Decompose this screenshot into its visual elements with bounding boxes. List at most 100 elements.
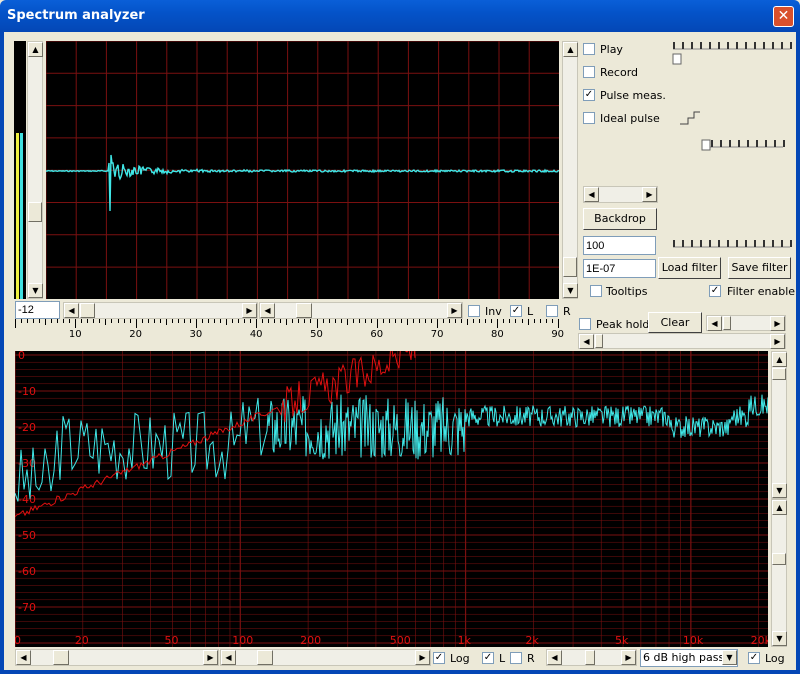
scroll-right-arrow[interactable]: ▶ xyxy=(242,303,257,318)
scroll-left-arrow[interactable]: ◀ xyxy=(16,650,31,665)
left-channel-bottom-checkbox[interactable]: ✓ xyxy=(482,652,494,664)
log-freq-label: Log xyxy=(450,652,470,665)
play-checkbox[interactable] xyxy=(583,43,595,55)
scroll-down-arrow[interactable]: ▼ xyxy=(28,283,43,298)
scroll-up-arrow[interactable]: ▲ xyxy=(28,42,43,57)
log-filter-checkbox[interactable]: ✓ xyxy=(748,652,760,664)
filter-enable-checkbox[interactable]: ✓ xyxy=(709,285,721,297)
filter-type-select[interactable]: 6 dB high pass ▼ xyxy=(640,649,738,667)
filter-sliders[interactable] xyxy=(668,40,793,255)
scroll-left-arrow[interactable]: ◀ xyxy=(221,650,236,665)
left-channel-checkbox[interactable]: ✓ xyxy=(510,305,522,317)
scroll-left-arrow[interactable]: ◀ xyxy=(547,650,562,665)
scroll-left-arrow[interactable]: ◀ xyxy=(584,187,599,202)
right-channel-bottom-checkbox[interactable] xyxy=(510,652,522,664)
ruler-label: 20 xyxy=(129,329,142,340)
scroll-thumb[interactable] xyxy=(595,334,603,348)
backdrop-button[interactable]: Backdrop xyxy=(583,208,657,230)
scroll-thumb[interactable] xyxy=(28,202,42,222)
freq-label: 500 xyxy=(390,634,411,647)
scroll-up-arrow[interactable]: ▲ xyxy=(772,500,787,515)
ruler-tick xyxy=(232,319,234,323)
scroll-thumb[interactable] xyxy=(257,650,273,665)
scroll-thumb[interactable] xyxy=(53,650,69,665)
inv-checkbox[interactable] xyxy=(468,305,480,317)
scroll-thumb[interactable] xyxy=(80,303,95,318)
scroll-down-arrow[interactable]: ▼ xyxy=(772,483,787,498)
scroll-up-arrow[interactable]: ▲ xyxy=(563,42,578,57)
tooltips-checkbox[interactable] xyxy=(590,285,602,297)
scroll-right-arrow[interactable]: ▶ xyxy=(770,334,785,349)
ruler-tick xyxy=(177,319,179,323)
ruler-tick xyxy=(437,319,439,328)
load-filter-button[interactable]: Load filter xyxy=(658,257,721,279)
close-button[interactable]: ✕ xyxy=(773,6,794,27)
scroll-thumb[interactable] xyxy=(772,553,786,565)
time-plot-scrollbar[interactable]: ▲ ▼ xyxy=(562,41,578,299)
ruler-tick xyxy=(159,319,161,323)
ruler-tick xyxy=(509,319,511,323)
ruler-tick xyxy=(153,319,155,323)
spectrum-vscroll-2[interactable]: ▲ ▼ xyxy=(771,499,787,647)
record-checkbox[interactable] xyxy=(583,66,595,78)
parameter-field-2[interactable] xyxy=(583,259,656,278)
ruler-tick xyxy=(51,319,53,323)
scroll-left-arrow[interactable]: ◀ xyxy=(64,303,79,318)
ruler-tick xyxy=(93,319,95,323)
scroll-right-arrow[interactable]: ▶ xyxy=(447,303,462,318)
filter-scroll[interactable]: ◀ ▶ xyxy=(546,649,637,666)
spectrum-vscroll-1[interactable]: ▲ ▼ xyxy=(771,351,787,499)
ruler-tick xyxy=(250,319,252,323)
ruler-tick xyxy=(431,319,433,323)
scroll-left-arrow[interactable]: ◀ xyxy=(707,316,722,331)
scroll-down-arrow[interactable]: ▼ xyxy=(772,631,787,646)
ruler-tick xyxy=(376,319,378,328)
time-scroll-1[interactable]: ◀ ▶ xyxy=(63,302,258,319)
scroll-right-arrow[interactable]: ▶ xyxy=(415,650,430,665)
scroll-right-arrow[interactable]: ▶ xyxy=(203,650,218,665)
scroll-thumb[interactable] xyxy=(723,316,731,330)
ruler-tick xyxy=(298,319,300,323)
peak-hold-checkbox[interactable] xyxy=(579,318,591,330)
save-filter-button[interactable]: Save filter xyxy=(728,257,791,279)
scroll-thumb[interactable] xyxy=(563,257,577,277)
parameter-field-1[interactable] xyxy=(583,236,656,255)
ruler-tick xyxy=(286,319,288,325)
level-scrollbar[interactable]: ▲ ▼ xyxy=(27,41,43,299)
chevron-down-icon[interactable]: ▼ xyxy=(722,650,737,665)
ruler-tick xyxy=(45,319,47,325)
scroll-left-arrow[interactable]: ◀ xyxy=(260,303,275,318)
ruler-tick xyxy=(364,319,366,323)
scroll-up-arrow[interactable]: ▲ xyxy=(772,352,787,367)
pulse-scrollbar[interactable]: ◀ ▶ xyxy=(583,186,658,203)
scroll-thumb[interactable] xyxy=(296,303,312,318)
scroll-right-arrow[interactable]: ▶ xyxy=(642,187,657,202)
ruler-tick xyxy=(310,319,312,323)
freq-scroll-2[interactable]: ◀ ▶ xyxy=(220,649,431,666)
pulse-meas-checkbox[interactable]: ✓ xyxy=(583,89,595,101)
scroll-left-arrow[interactable]: ◀ xyxy=(579,334,594,349)
time-scroll-2[interactable]: ◀ ▶ xyxy=(259,302,463,319)
freq-scroll-1[interactable]: ◀ ▶ xyxy=(15,649,219,666)
ruler-tick xyxy=(557,319,559,328)
ruler-tick xyxy=(213,319,215,323)
peak-scroll[interactable]: ◀ ▶ xyxy=(706,315,786,331)
scroll-down-arrow[interactable]: ▼ xyxy=(563,283,578,298)
ideal-pulse-checkbox[interactable] xyxy=(583,112,595,124)
freq-label: 200 xyxy=(300,634,321,647)
ruler-tick xyxy=(358,319,360,323)
clear-button[interactable]: Clear xyxy=(648,312,702,333)
window-title: Spectrum analyzer xyxy=(7,8,145,23)
scroll-thumb[interactable] xyxy=(772,368,786,380)
freq-label: 1k xyxy=(458,634,472,647)
gain-field[interactable] xyxy=(15,301,60,319)
scroll-right-arrow[interactable]: ▶ xyxy=(770,316,785,331)
slider-tick xyxy=(754,42,756,49)
ruler-tick xyxy=(226,319,228,325)
scroll-right-arrow[interactable]: ▶ xyxy=(621,650,636,665)
ruler-tick xyxy=(21,319,23,323)
scroll-thumb[interactable] xyxy=(585,650,595,665)
spectrum-hscroll[interactable]: ◀ ▶ xyxy=(578,333,786,349)
right-channel-checkbox[interactable] xyxy=(546,305,558,317)
log-freq-checkbox[interactable]: ✓ xyxy=(433,652,445,664)
